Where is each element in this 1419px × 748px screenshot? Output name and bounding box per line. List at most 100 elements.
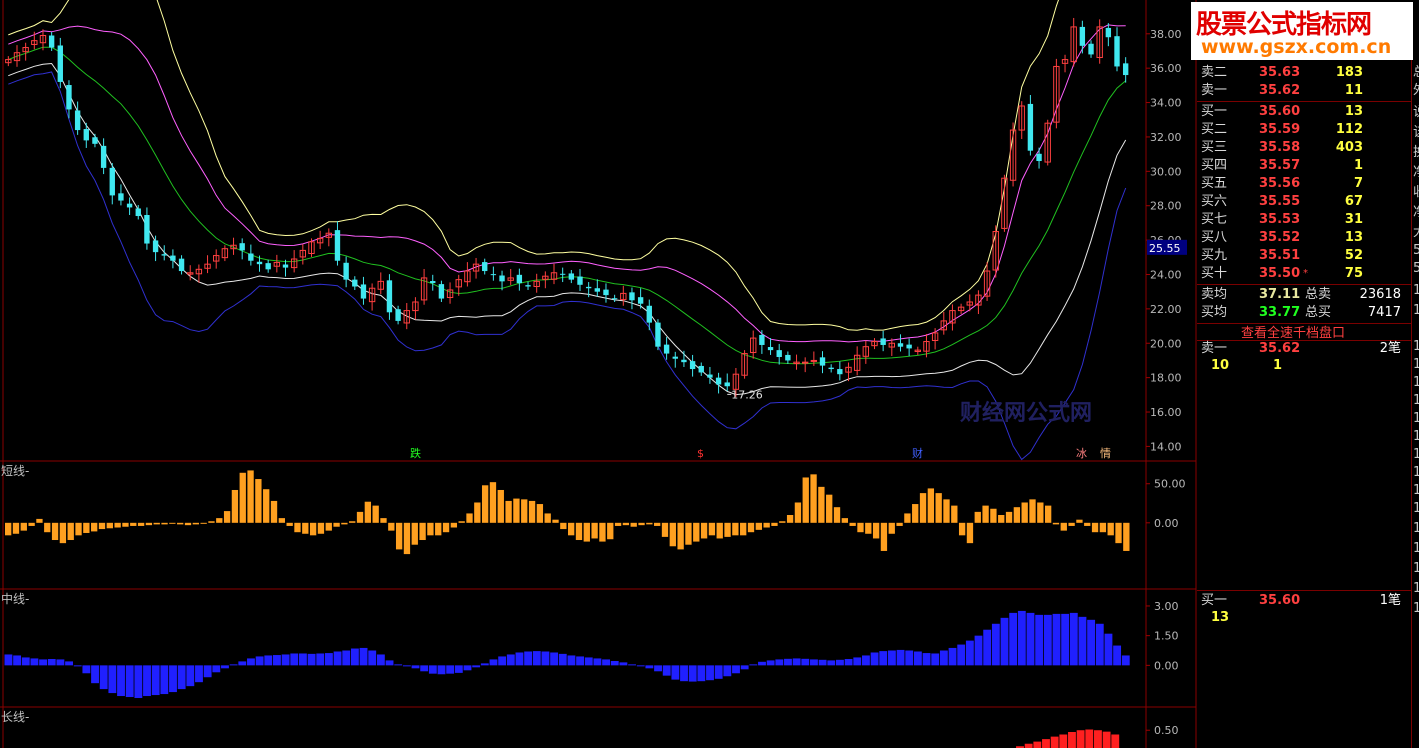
buy-volume: 1: [1353, 158, 1363, 173]
short-bar: [888, 522, 895, 534]
short-bar: [646, 522, 653, 525]
short-bar: [763, 522, 770, 528]
mid-bar: [273, 655, 281, 666]
short-bar: [810, 474, 817, 523]
short-bar: [161, 522, 168, 525]
price-panel[interactable]: 17.26 财经网公式网跌 $ 财 冰情: [5, 0, 1129, 461]
short-bar: [130, 522, 137, 526]
candle-down: [334, 230, 341, 261]
price-tick-label: 14.00: [1150, 440, 1182, 453]
short-bar: [833, 507, 841, 523]
short-bar: [591, 522, 598, 539]
mid-bar: [134, 665, 143, 699]
short-bar: [826, 494, 833, 523]
short-panel[interactable]: 短线-: [1, 464, 1130, 555]
mid-bar: [1052, 613, 1061, 666]
short-bar: [740, 522, 747, 536]
clipped-column-text: 大: [1413, 224, 1419, 242]
mid-bar: [195, 665, 203, 683]
price-tick-label: 34.00: [1150, 97, 1182, 110]
short-bar: [497, 489, 504, 523]
mid-bar: [628, 664, 636, 666]
long-bar: [1102, 731, 1111, 748]
buy-label: 买三: [1201, 140, 1228, 155]
mid-bar: [454, 665, 463, 673]
mid-bar: [324, 653, 333, 666]
candle-down: [897, 343, 904, 347]
buy-price: 35.60: [1259, 104, 1301, 119]
buy-total-value: 7417: [1367, 305, 1401, 320]
mid-bar: [1000, 617, 1009, 666]
short-bar: [802, 477, 809, 523]
site-logo: 股票公式指标网 www.gszx.com.cn: [1191, 2, 1413, 60]
clipped-column-text: 净: [1413, 164, 1419, 182]
buy-one-label: 买一: [1201, 593, 1228, 608]
mid-bar: [887, 650, 896, 666]
mid-bar: [584, 657, 593, 666]
short-bar: [114, 522, 121, 528]
candle-down: [135, 208, 141, 217]
mid-bar: [82, 665, 91, 674]
mid-bar: [636, 665, 645, 667]
mid-bar: [558, 653, 567, 666]
buy-one-detail-row: 买一 35.60 1笔: [1197, 592, 1411, 610]
short-bar: [91, 522, 98, 532]
mid-bar: [844, 659, 853, 666]
full-depth-button[interactable]: 查看全速千档盘口: [1241, 322, 1345, 341]
short-bar: [755, 522, 762, 530]
short-bar: [208, 521, 215, 523]
candle-down: [109, 167, 115, 196]
mid-bar: [177, 665, 186, 690]
short-bar: [450, 522, 458, 528]
mid-bar: [1061, 613, 1070, 666]
short-bar: [12, 522, 20, 534]
candle-down: [707, 374, 713, 378]
candle-down: [672, 356, 678, 359]
sell-price: 35.63: [1259, 65, 1301, 80]
short-bar: [747, 522, 755, 533]
long-panel[interactable]: 长线-: [1, 710, 1120, 748]
buy-one-price: 35.60: [1259, 593, 1301, 608]
mid-bar: [524, 651, 533, 666]
candle-down: [577, 276, 583, 285]
mid-bar: [957, 644, 966, 666]
mid-bar: [723, 665, 732, 677]
candle-down: [767, 347, 774, 351]
clipped-column-text: 5: [1413, 261, 1419, 276]
mid-bar: [931, 653, 940, 666]
short-bar: [661, 522, 669, 537]
short-bar: [1052, 522, 1060, 525]
order-book-divider: [1197, 101, 1411, 102]
chart-area[interactable]: 17.26 财经网公式网跌 $ 财 冰情 短线- 中线- 长线- 38.00 36.00 3…: [0, 0, 1197, 748]
mid-panel[interactable]: 中线-: [1, 591, 1130, 699]
candle-down: [594, 288, 601, 292]
mid-bar: [1104, 633, 1113, 666]
mid-bar: [480, 663, 489, 666]
price-tick-label: 36.00: [1150, 62, 1182, 75]
candle-down: [161, 254, 167, 256]
candle-down: [1105, 27, 1112, 38]
candle-down: [430, 281, 436, 284]
mid-bar: [550, 652, 559, 666]
short-bar: [364, 501, 372, 523]
short-bar: [36, 518, 43, 523]
current-price-label: 25.55: [1149, 242, 1181, 255]
mid-bar: [991, 623, 1000, 666]
mid-bar: [247, 658, 255, 666]
short-bar: [919, 493, 927, 523]
short-bar: [59, 522, 67, 544]
short-bar: [528, 500, 536, 523]
short-bar: [935, 493, 942, 523]
short-bar: [177, 522, 184, 525]
event-marker: 冰: [1076, 447, 1087, 460]
short-bar: [786, 515, 794, 523]
mid-bar: [298, 653, 307, 666]
mid-bar: [567, 655, 576, 666]
short-bar: [380, 518, 387, 523]
sell-avg-price: 37.11: [1259, 287, 1301, 302]
mid-bar: [688, 665, 697, 682]
buy-one-qty-row: 13: [1197, 609, 1411, 627]
short-bar: [865, 522, 872, 534]
buy-total-label: 总买: [1305, 305, 1332, 320]
price-tick-label: 22.00: [1150, 303, 1182, 316]
